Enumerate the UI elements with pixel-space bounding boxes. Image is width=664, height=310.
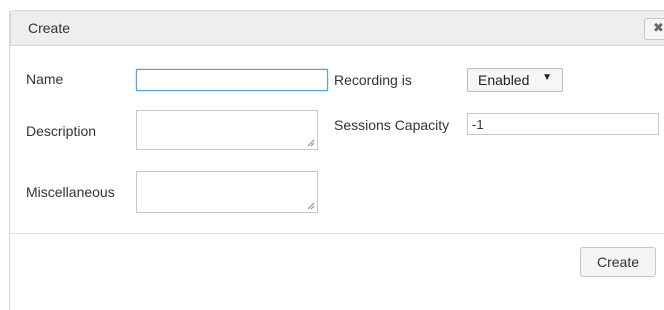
create-dialog: Create ✖ Name Description Miscellaneous … [9,10,664,310]
resize-grip-icon[interactable] [307,202,315,210]
create-button[interactable]: Create [580,247,656,277]
miscellaneous-textarea[interactable] [136,171,318,213]
dialog-header: Create [10,10,664,46]
miscellaneous-label: Miscellaneous [26,184,115,200]
sessions-capacity-input[interactable] [467,113,659,135]
recording-label: Recording is [334,72,412,88]
close-button[interactable]: ✖ [644,18,664,40]
footer-divider [10,233,664,234]
resize-grip-icon[interactable] [307,139,315,147]
description-textarea[interactable] [136,110,318,150]
recording-selected-value: Enabled [478,72,530,88]
recording-select[interactable]: Enabled ▼ [467,68,563,92]
name-label: Name [26,71,64,87]
dialog-title: Create [28,20,71,36]
dropdown-arrow-icon: ▼ [542,72,552,83]
description-label: Description [26,123,97,139]
name-input[interactable] [136,69,328,91]
sessions-capacity-label: Sessions Capacity [334,117,450,133]
close-icon: ✖ [653,20,664,35]
